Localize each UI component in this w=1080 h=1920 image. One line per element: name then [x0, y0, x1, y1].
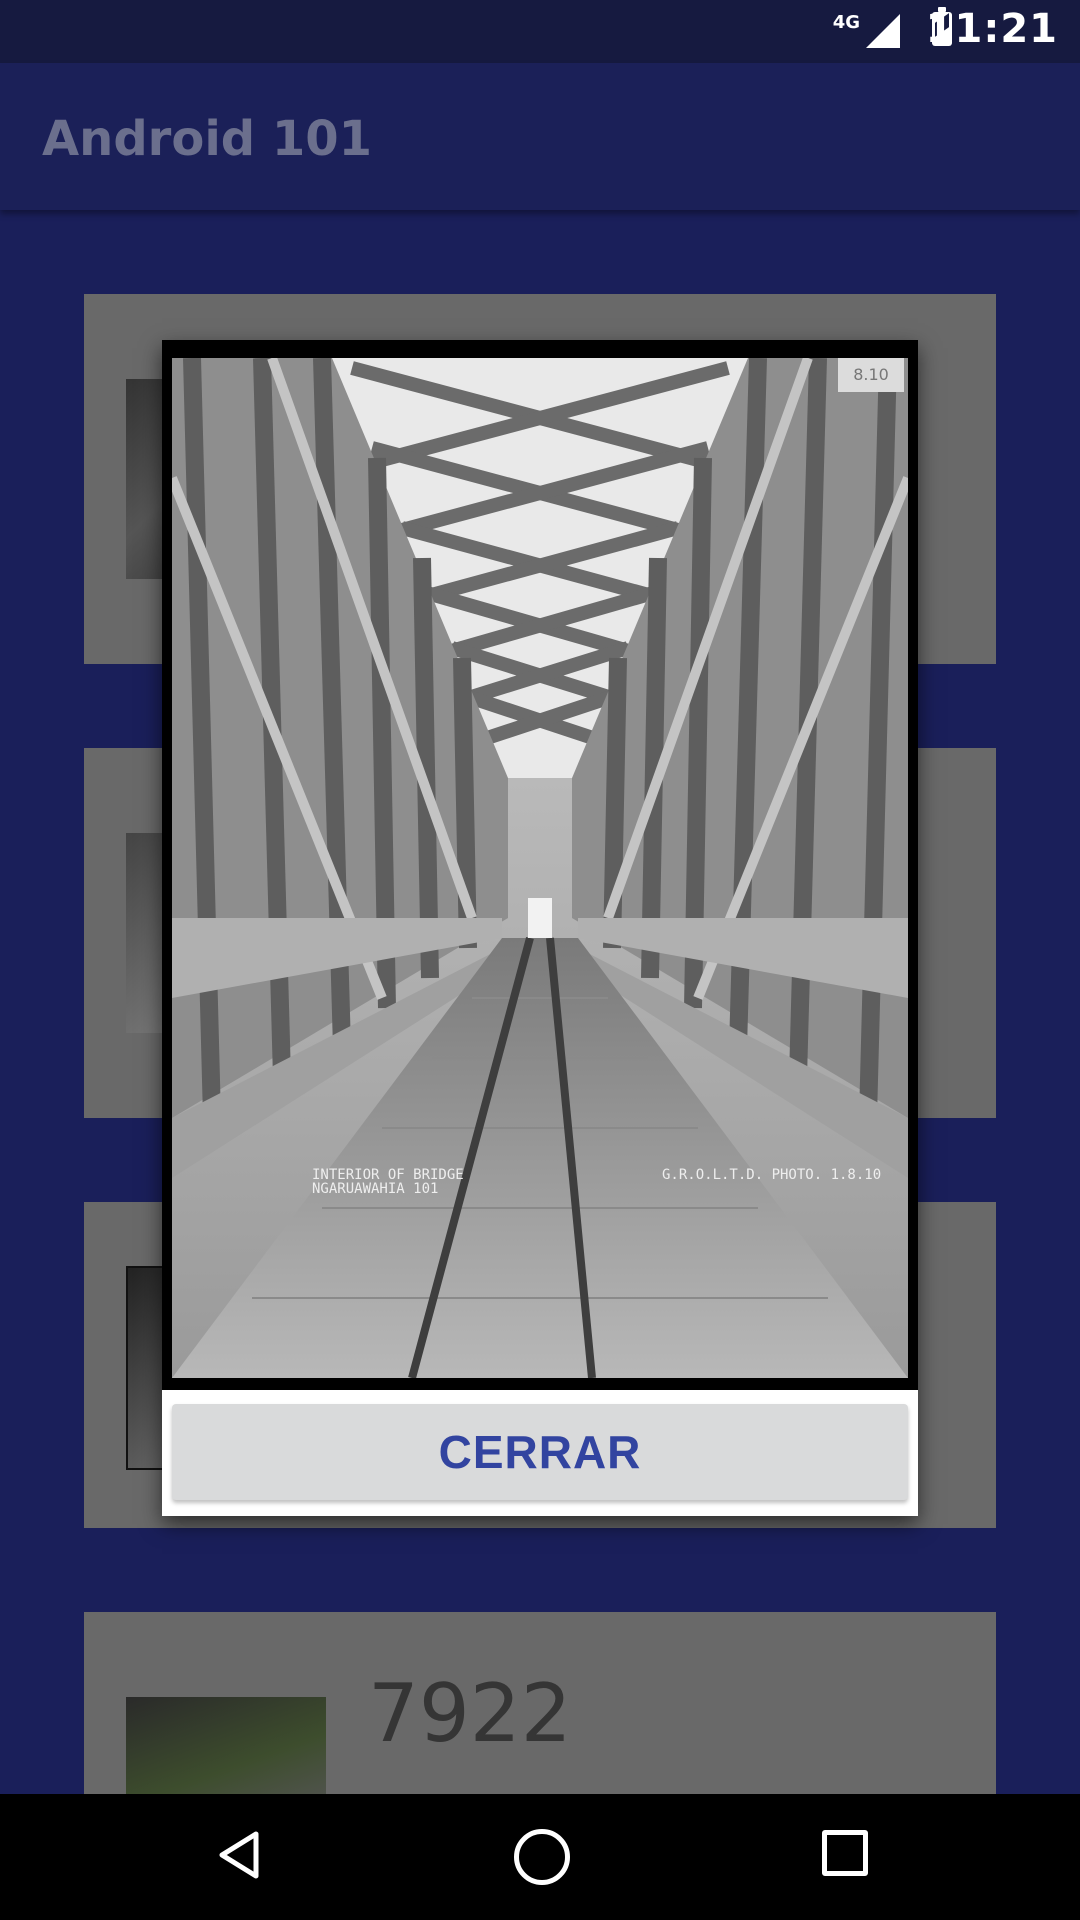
photo-plate-number: 8.10: [838, 358, 904, 392]
bridge-photo: INTERIOR OF BRIDGE NGARUAWAHIA 101 G.R.O…: [172, 358, 908, 1378]
app-title: Android 101: [42, 111, 373, 167]
image-dialog: INTERIOR OF BRIDGE NGARUAWAHIA 101 G.R.O…: [162, 340, 918, 1516]
list-item[interactable]: 7922: [84, 1612, 996, 1794]
status-time: 11:21: [925, 6, 1058, 52]
dialog-footer: CERRAR: [162, 1390, 918, 1516]
recents-icon[interactable]: [822, 1830, 868, 1876]
app-bar: Android 101: [0, 63, 1080, 210]
photo-caption-left: INTERIOR OF BRIDGE NGARUAWAHIA 101: [312, 1168, 464, 1196]
home-icon[interactable]: [514, 1829, 570, 1885]
bridge-photo-graphic: [172, 358, 908, 1378]
close-button[interactable]: CERRAR: [172, 1404, 908, 1500]
navigation-bar: [0, 1794, 1080, 1920]
caption-line: NGARUAWAHIA 101: [312, 1181, 439, 1197]
list-item-thumbnail: [126, 1697, 326, 1794]
status-bar: 4G 11:21: [0, 0, 1080, 63]
caption-line: INTERIOR OF BRIDGE: [312, 1167, 464, 1183]
signal-icon: [866, 14, 900, 48]
back-icon[interactable]: [216, 1830, 262, 1880]
photo-caption-right: G.R.O.L.T.D. PHOTO. 1.8.10: [662, 1167, 882, 1183]
list-item-number: 7922: [368, 1667, 572, 1760]
network-type: 4G: [832, 12, 860, 33]
